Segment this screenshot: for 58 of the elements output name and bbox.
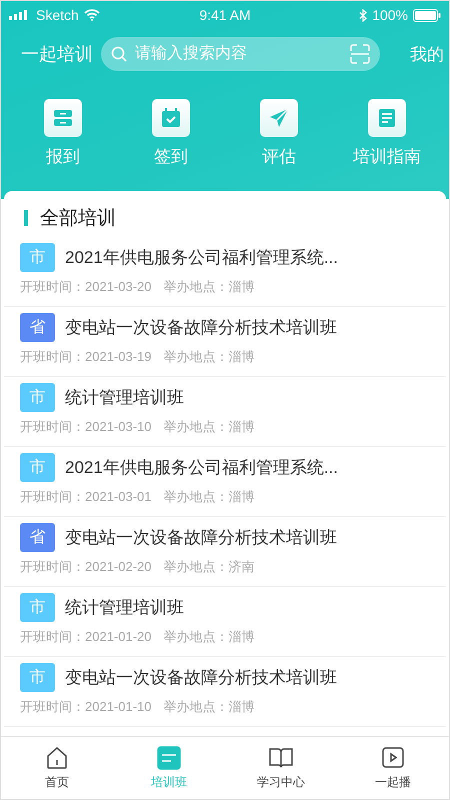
training-title: 2021年供电服务公司福利管理系统... <box>65 247 338 269</box>
start-date: 开班时间：2021-02-20 <box>20 558 152 576</box>
plane-icon[interactable] <box>260 99 298 137</box>
status-time: 9:41 AM <box>199 7 251 23</box>
book-icon <box>269 746 293 770</box>
start-date: 开班时间：2021-03-10 <box>20 418 152 436</box>
venue: 举办地点：济南 <box>164 558 254 576</box>
training-title: 变电站一次设备故障分析技术培训班 <box>65 317 337 339</box>
level-tag: 市 <box>20 593 55 622</box>
scan-icon[interactable] <box>350 44 370 64</box>
venue: 举办地点：淄博 <box>164 348 254 366</box>
venue: 举办地点：淄博 <box>164 698 254 716</box>
tab[interactable]: 学习中心 <box>225 737 337 799</box>
note-icon[interactable] <box>368 99 406 137</box>
calendar-icon[interactable] <box>152 99 190 137</box>
training-item[interactable]: 省 变电站一次设备故障分析技术培训班 开班时间：2021-02-20 举办地点：济南 <box>4 517 446 587</box>
venue: 举办地点：淄博 <box>164 628 254 646</box>
training-item[interactable]: 市 统计管理培训班 开班时间：2021-01-20 举办地点：淄博 <box>4 587 446 657</box>
venue: 举办地点：淄博 <box>164 418 254 436</box>
search-input[interactable]: 请输入搜索内容 <box>133 44 344 64</box>
training-item[interactable]: 市 2021年供电服务公司福利管理系统... 开班时间：2021-03-01 举办地点：淄博 <box>4 447 446 517</box>
search-icon <box>111 46 127 62</box>
training-title: 统计管理培训班 <box>65 387 184 409</box>
start-date: 开班时间：2021-01-10 <box>20 698 152 716</box>
level-tag: 省 <box>20 523 55 552</box>
level-tag: 市 <box>20 243 55 272</box>
start-date: 开班时间：2021-01-20 <box>20 628 152 646</box>
level-tag: 市 <box>20 383 55 412</box>
search-bar[interactable]: 请输入搜索内容 <box>101 37 380 71</box>
tab[interactable]: 首页 <box>1 737 113 799</box>
cabinet-icon[interactable] <box>44 99 82 137</box>
start-date: 开班时间：2021-03-20 <box>20 278 152 296</box>
venue: 举办地点：淄博 <box>164 488 254 506</box>
wifi-icon <box>84 9 100 21</box>
level-tag: 市 <box>20 453 55 482</box>
play-icon <box>381 746 405 770</box>
app-title: 一起培训 <box>21 43 93 66</box>
training-title: 统计管理培训班 <box>65 597 184 619</box>
level-tag: 市 <box>20 663 55 692</box>
list-icon <box>157 746 181 770</box>
training-title: 变电站一次设备故障分析技术培训班 <box>65 667 337 689</box>
training-item[interactable]: 市 变电站一次设备故障分析技术培训班 开班时间：2021-01-10 举办地点：淄博 <box>4 657 446 727</box>
carrier-name: Sketch <box>36 7 79 23</box>
venue: 举办地点：淄博 <box>164 278 254 296</box>
training-item[interactable]: 省 变电站一次设备故障分析技术培训班 开班时间：2021-03-19 举办地点：淄博 <box>4 307 446 377</box>
home-icon <box>45 746 69 770</box>
level-tag: 省 <box>20 313 55 342</box>
training-item[interactable]: 市 2021年供电服务公司福利管理系统... 开班时间：2021-03-20 举办地点：淄博 <box>4 237 446 307</box>
bluetooth-icon <box>359 8 368 22</box>
start-date: 开班时间：2021-03-01 <box>20 488 152 506</box>
section-title: 全部培训 <box>40 207 116 231</box>
tab[interactable]: 一起播 <box>337 737 449 799</box>
training-title: 变电站一次设备故障分析技术培训班 <box>65 527 337 549</box>
battery-percent: 100% <box>372 7 408 23</box>
training-title: 2021年供电服务公司福利管理系统... <box>65 457 338 479</box>
start-date: 开班时间：2021-03-19 <box>20 348 152 366</box>
training-item[interactable]: 市 统计管理培训班 开班时间：2021-03-10 举办地点：淄博 <box>4 377 446 447</box>
battery-icon <box>413 8 441 22</box>
